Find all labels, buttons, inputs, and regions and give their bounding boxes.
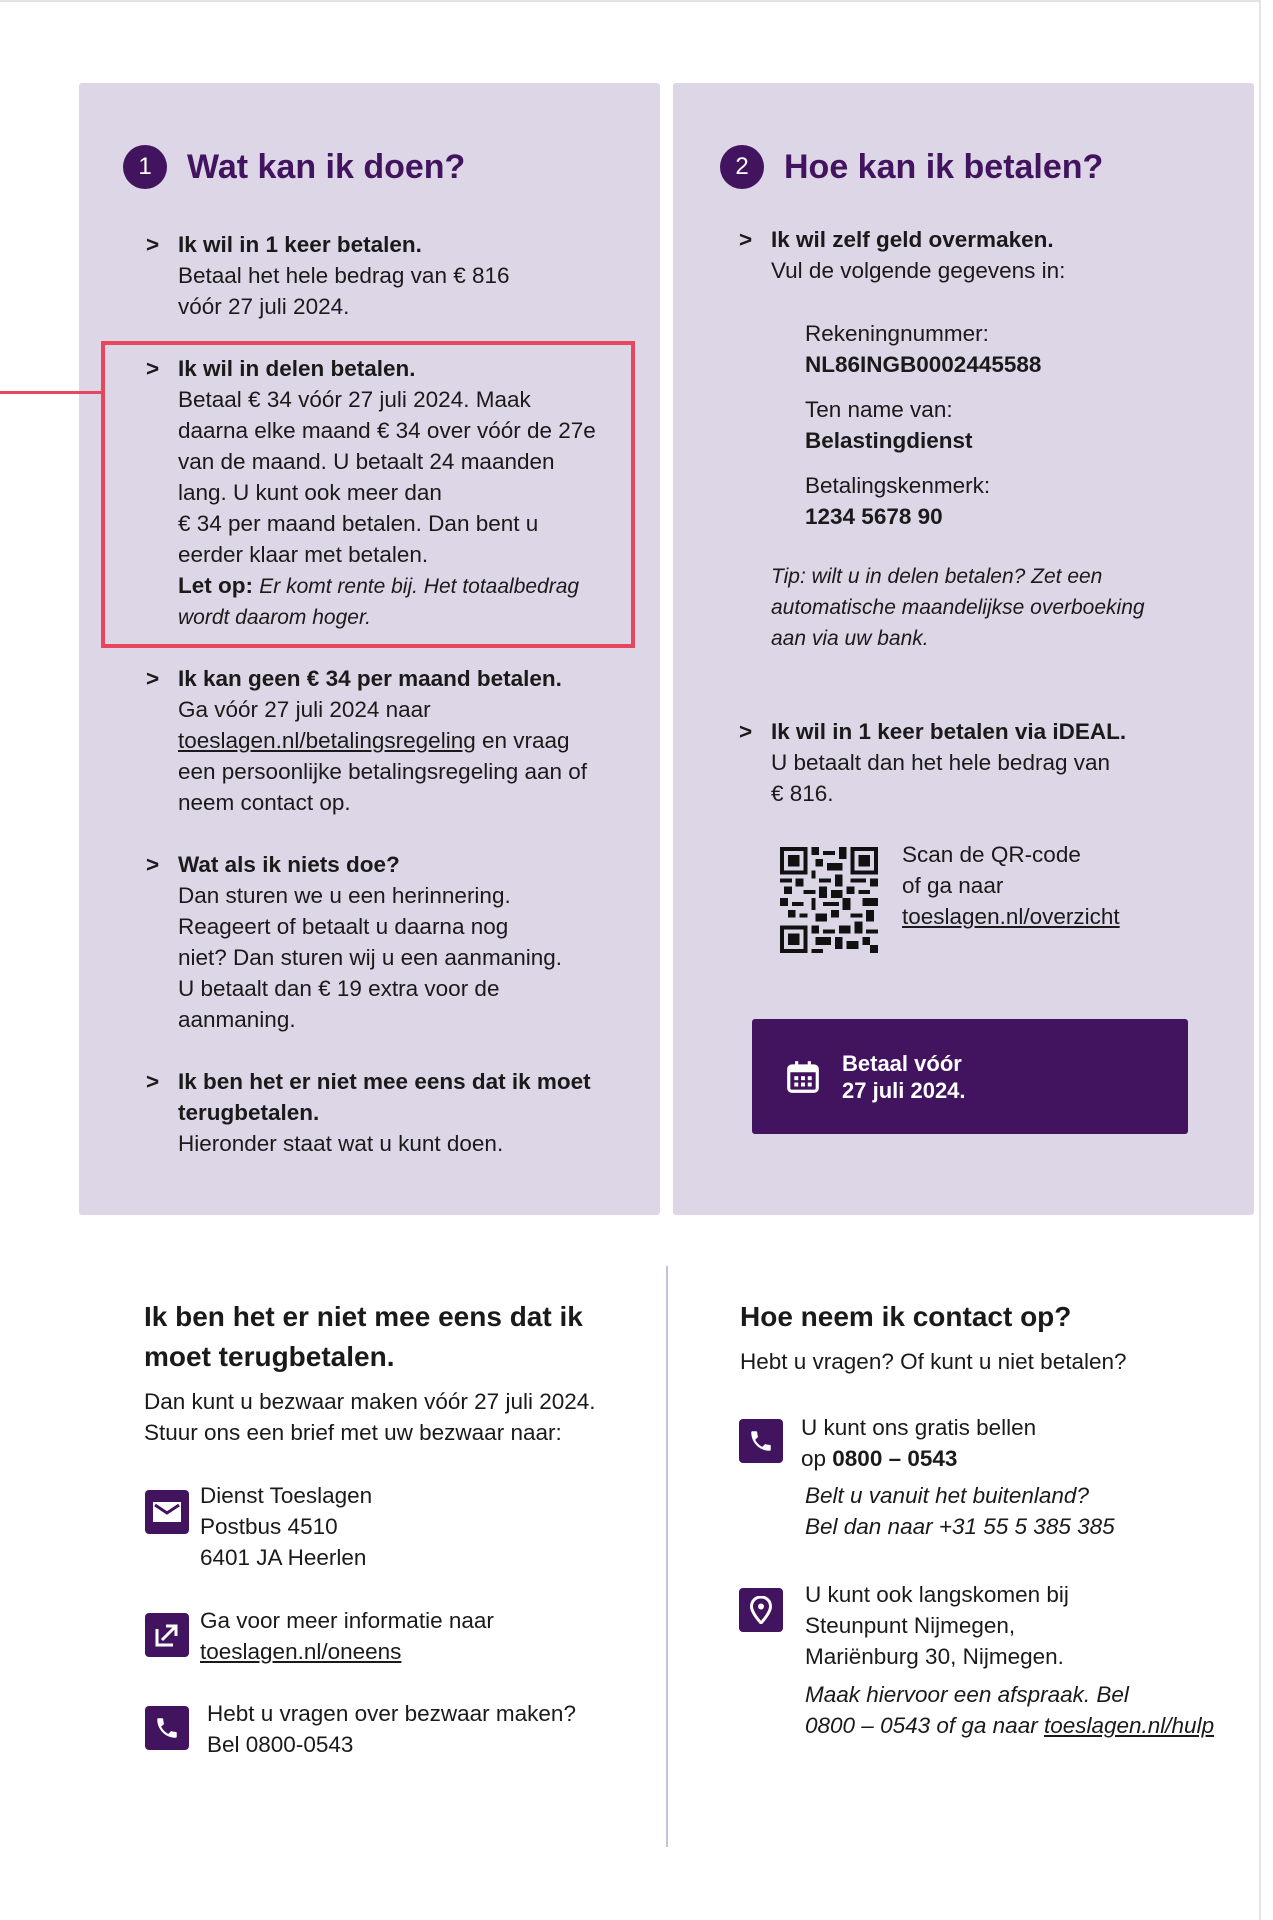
section-divider — [666, 1266, 668, 1847]
tip-text: Tip: wilt u in delen betalen? Zet een au… — [771, 565, 1145, 650]
name-label: Ten name van: — [805, 397, 953, 422]
bullet-icon: > — [739, 227, 753, 252]
option-heading: Ik wil in 1 keer betalen via iDEAL. — [771, 719, 1127, 744]
option-heading: Ik ben het er niet mee eens dat ik moet — [178, 1069, 591, 1094]
bullet-icon: > — [146, 1069, 160, 1094]
phone-number: 0800 – 0543 — [832, 1446, 958, 1471]
call-info: U kunt ons gratis bellen op 0800 – 0543 — [801, 1415, 1037, 1471]
reference-label: Betalingskenmerk: — [805, 473, 991, 498]
overview-link[interactable]: toeslagen.nl/overzicht — [902, 904, 1120, 929]
panel-1-title: Wat kan ik doen? — [187, 147, 466, 186]
step-number-1: 1 — [123, 145, 167, 189]
highlight-box — [101, 341, 635, 648]
more-info: Ga voor meer informatie naar toeslagen.n… — [200, 1608, 494, 1664]
mail-icon — [145, 1490, 189, 1534]
account-number: NL86INGB0002445588 — [805, 352, 1042, 377]
pay-before-button[interactable]: Betaal vóór 27 juli 2024. — [752, 1019, 1188, 1134]
contact-title: Hoe neem ik contact op? — [740, 1301, 1072, 1332]
account-label: Rekeningnummer: — [805, 321, 989, 346]
what-can-i-do-panel: 1 Wat kan ik doen? > Ik wil in 1 keer be… — [79, 83, 660, 1215]
panel-1-header: 1 Wat kan ik doen? — [123, 145, 465, 189]
objection-phone: Hebt u vragen over bezwaar maken? Bel 08… — [207, 1701, 576, 1757]
calendar-icon — [787, 1060, 819, 1093]
option-heading: Wat als ik niets doe? — [178, 852, 400, 877]
option-heading: Ik wil zelf geld overmaken. — [771, 227, 1054, 252]
bullet-icon: > — [146, 232, 160, 257]
location-pin-icon — [739, 1588, 783, 1632]
option-heading: Ik wil in 1 keer betalen. — [178, 232, 422, 257]
panel-2-title: Hoe kan ik betalen? — [784, 147, 1104, 186]
phone-icon — [739, 1419, 783, 1463]
objection-intro: Dan kunt u bezwaar maken vóór 27 juli 20… — [144, 1389, 596, 1445]
visit-info: U kunt ook langskomen bij Steunpunt Nijm… — [805, 1582, 1069, 1669]
pay-button-date: 27 juli 2024. — [842, 1077, 966, 1103]
bullet-icon: > — [146, 852, 160, 877]
bullet-icon: > — [739, 719, 753, 744]
option-pay-once: > Ik wil in 1 keer betalen. Betaal het h… — [146, 229, 510, 322]
external-link-icon — [145, 1613, 189, 1657]
payment-reference: 1234 5678 90 — [805, 504, 943, 529]
bullet-icon: > — [146, 666, 160, 691]
qr-text: Scan de QR-code of ga naar toeslagen.nl/… — [902, 842, 1120, 929]
disagree-info-link[interactable]: toeslagen.nl/oneens — [200, 1639, 401, 1664]
account-holder: Belastingdienst — [805, 428, 973, 453]
pay-button-label: Betaal vóór — [842, 1050, 962, 1076]
option-bank-transfer: > Ik wil zelf geld overmaken. Vul de vol… — [739, 224, 1065, 286]
objection-title: Ik ben het er niet mee eens dat ik moet … — [144, 1301, 583, 1372]
phone-icon — [145, 1706, 189, 1750]
help-link[interactable]: toeslagen.nl/hulp — [1044, 1713, 1214, 1738]
appointment-info: Maak hiervoor een afspraak. Bel 0800 – 0… — [805, 1682, 1215, 1738]
postal-address: Dienst Toeslagen Postbus 4510 6401 JA He… — [200, 1483, 373, 1570]
payment-arrangement-link[interactable]: toeslagen.nl/betalingsregeling — [178, 728, 476, 753]
option-heading: Ik kan geen € 34 per maand betalen. — [178, 666, 562, 691]
option-disagree: > Ik ben het er niet mee eens dat ik moe… — [146, 1066, 591, 1159]
abroad-info: Belt u vanuit het buitenland? Bel dan na… — [805, 1483, 1115, 1539]
panel-2-header: 2 Hoe kan ik betalen? — [720, 145, 1103, 189]
option-do-nothing: > Wat als ik niets doe? Dan sturen we u … — [146, 849, 562, 1035]
contact-intro: Hebt u vragen? Of kunt u niet betalen? — [740, 1349, 1127, 1374]
qr-code-icon[interactable] — [780, 847, 878, 953]
transfer-details: Rekeningnummer: NL86INGB0002445588 Ten n… — [805, 318, 1041, 532]
option-cannot-pay: > Ik kan geen € 34 per maand betalen. Ga… — [146, 663, 587, 818]
highlight-connector-line — [0, 391, 101, 394]
option-ideal: > Ik wil in 1 keer betalen via iDEAL. U … — [739, 716, 1127, 809]
step-number-2: 2 — [720, 145, 764, 189]
